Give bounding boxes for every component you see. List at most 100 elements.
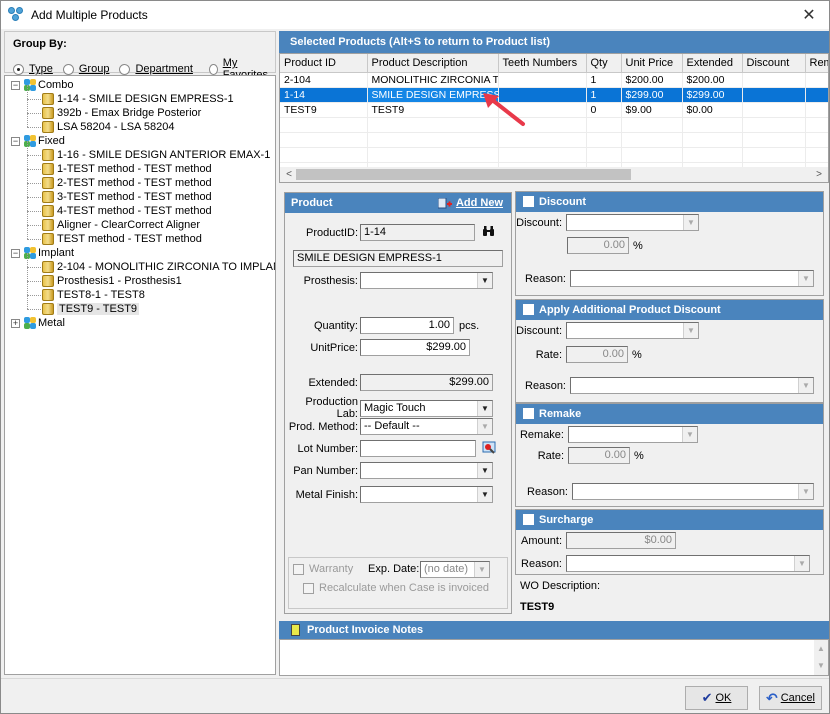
unit-price-input[interactable]: $299.00 xyxy=(360,339,470,356)
pan-number-dropdown[interactable]: ▼ xyxy=(360,462,493,479)
product-invoice-notes-input[interactable]: ▲ ▼ xyxy=(279,639,829,676)
chevron-down-icon[interactable]: ▼ xyxy=(682,427,697,442)
cell-remake[interactable] xyxy=(805,117,828,133)
tree-item[interactable]: LSA 58204 - LSA 58204 xyxy=(5,113,275,134)
add-new-button[interactable]: Add New xyxy=(437,193,503,213)
prod-method-dropdown[interactable]: -- Default -- ▼ xyxy=(360,418,493,435)
tree-group[interactable]: − Fixed xyxy=(5,134,275,148)
ok-button[interactable]: ✔ OK xyxy=(685,686,748,710)
column-header-discount[interactable]: Discount xyxy=(742,54,806,73)
cell-qty[interactable] xyxy=(586,147,622,163)
chevron-down-icon[interactable]: ▼ xyxy=(477,463,492,478)
additional-discount-dropdown[interactable]: ▼ xyxy=(566,322,699,339)
discount-checkbox[interactable] xyxy=(523,196,534,207)
lot-lookup-icon[interactable] xyxy=(482,441,496,457)
scroll-right-icon[interactable]: > xyxy=(812,167,826,182)
column-header-product-id[interactable]: Product ID xyxy=(280,54,368,73)
tree-item[interactable]: 2-TEST method - TEST method xyxy=(5,169,275,190)
table-row[interactable] xyxy=(280,147,828,163)
chevron-down-icon[interactable]: ▼ xyxy=(798,378,813,393)
checkbox-icon[interactable] xyxy=(303,582,314,594)
cell-remake[interactable] xyxy=(805,132,828,148)
close-icon[interactable]: ✕ xyxy=(799,5,819,25)
cell-product-id[interactable]: 2-104 xyxy=(280,72,368,88)
column-header-unit-price[interactable]: Unit Price xyxy=(621,54,683,73)
checkbox-icon[interactable] xyxy=(293,563,304,575)
tree-item[interactable]: TEST8-1 - TEST8 xyxy=(5,281,275,302)
column-header-remake[interactable]: Rem xyxy=(805,54,828,73)
table-row[interactable]: 2-104 MONOLITHIC ZIRCONIA T... 1 $200.00 $20… xyxy=(280,72,828,88)
cell-product-id[interactable] xyxy=(280,132,368,148)
cell-extended[interactable]: $0.00 xyxy=(682,102,743,118)
cell-qty[interactable]: 0 xyxy=(586,102,622,118)
cell-product-id[interactable]: TEST9 xyxy=(280,102,368,118)
cell-remake[interactable] xyxy=(805,87,828,103)
cell-remake[interactable] xyxy=(805,147,828,163)
cell-remake[interactable] xyxy=(805,102,828,118)
table-row[interactable] xyxy=(280,132,828,148)
tree-item[interactable]: Prosthesis1 - Prosthesis1 xyxy=(5,267,275,288)
table-row[interactable]: TEST9 TEST9 0 $9.00 $0.00 xyxy=(280,102,828,118)
prosthesis-dropdown[interactable]: ▼ xyxy=(360,272,493,289)
additional-discount-checkbox[interactable] xyxy=(523,304,534,315)
tree-item[interactable]: 392b - Emax Bridge Posterior xyxy=(5,99,275,120)
tree-item[interactable]: 4-TEST method - TEST method xyxy=(5,197,275,218)
cell-extended[interactable]: $200.00 xyxy=(682,72,743,88)
cell-extended[interactable] xyxy=(682,117,743,133)
scroll-up-icon[interactable]: ▲ xyxy=(814,640,828,657)
warranty-checkbox[interactable]: Warranty xyxy=(293,563,353,575)
column-header-extended[interactable]: Extended xyxy=(682,54,743,73)
radio-button-icon[interactable] xyxy=(62,63,74,75)
tree-item[interactable]: 1-14 - SMILE DESIGN EMPRESS-1 xyxy=(5,85,275,106)
tree-item[interactable]: 3-TEST method - TEST method xyxy=(5,183,275,204)
cell-unit-price[interactable]: $9.00 xyxy=(621,102,683,118)
cell-extended[interactable]: $299.00 xyxy=(682,87,743,103)
remake-dropdown[interactable]: ▼ xyxy=(568,426,698,443)
chevron-down-icon[interactable]: ▼ xyxy=(683,215,698,230)
chevron-down-icon[interactable]: ▼ xyxy=(683,323,698,338)
cancel-button[interactable]: ↶ Cancel xyxy=(759,686,822,710)
quantity-input[interactable]: 1.00 xyxy=(360,317,454,334)
cell-unit-price[interactable]: $200.00 xyxy=(621,72,683,88)
surcharge-reason-dropdown[interactable]: ▼ xyxy=(566,555,810,572)
expand-icon[interactable]: + xyxy=(11,319,20,328)
chevron-down-icon[interactable]: ▼ xyxy=(477,419,492,434)
tree-item[interactable]: 2-104 - MONOLITHIC ZIRCONIA TO IMPLANT xyxy=(5,253,275,274)
tree-group[interactable]: − Implant xyxy=(5,246,275,260)
cell-unit-price[interactable] xyxy=(621,147,683,163)
chevron-down-icon[interactable]: ▼ xyxy=(477,273,492,288)
surcharge-checkbox[interactable] xyxy=(523,514,534,525)
cell-product-description[interactable]: MONOLITHIC ZIRCONIA T... xyxy=(367,72,499,88)
product-tree[interactable]: − Combo 1-14 - SMILE DESIGN EMPRESS-1 392b … xyxy=(4,75,276,675)
cell-discount[interactable] xyxy=(742,147,806,163)
cell-product-description[interactable] xyxy=(367,147,499,163)
scrollbar-thumb[interactable] xyxy=(296,169,631,180)
tree-item[interactable]: 1-TEST method - TEST method xyxy=(5,155,275,176)
cell-discount[interactable] xyxy=(742,117,806,133)
cell-product-id[interactable] xyxy=(280,147,368,163)
cell-qty[interactable]: 1 xyxy=(586,87,622,103)
chevron-down-icon[interactable]: ▼ xyxy=(477,400,492,416)
cell-discount[interactable] xyxy=(742,102,806,118)
cell-unit-price[interactable] xyxy=(621,132,683,148)
binoculars-search-icon[interactable] xyxy=(482,225,495,240)
additional-reason-dropdown[interactable]: ▼ xyxy=(570,377,814,394)
chevron-down-icon[interactable]: ▼ xyxy=(794,556,809,571)
cell-extended[interactable] xyxy=(682,147,743,163)
cell-teeth-numbers[interactable] xyxy=(498,147,587,163)
table-row[interactable]: 1-14 SMILE DESIGN EMPRESS-1 1 $299.00 $299.0… xyxy=(280,87,828,103)
selected-products-grid[interactable]: Product ID Product Description Teeth Num… xyxy=(279,53,829,183)
product-id-field[interactable]: 1-14 xyxy=(360,224,475,241)
cell-teeth-numbers[interactable] xyxy=(498,132,587,148)
grid-horizontal-scrollbar[interactable]: < > xyxy=(279,167,829,183)
recalculate-checkbox[interactable]: Recalculate when Case is invoiced xyxy=(303,582,489,594)
chevron-down-icon[interactable]: ▼ xyxy=(474,562,489,577)
table-row[interactable] xyxy=(280,117,828,133)
cell-extended[interactable] xyxy=(682,132,743,148)
radio-button-icon[interactable] xyxy=(208,63,218,75)
collapse-icon[interactable]: − xyxy=(11,81,20,90)
column-header-qty[interactable]: Qty xyxy=(586,54,622,73)
cell-unit-price[interactable] xyxy=(621,117,683,133)
chevron-down-icon[interactable]: ▼ xyxy=(477,487,492,502)
tree-group[interactable]: + Metal xyxy=(5,316,275,330)
